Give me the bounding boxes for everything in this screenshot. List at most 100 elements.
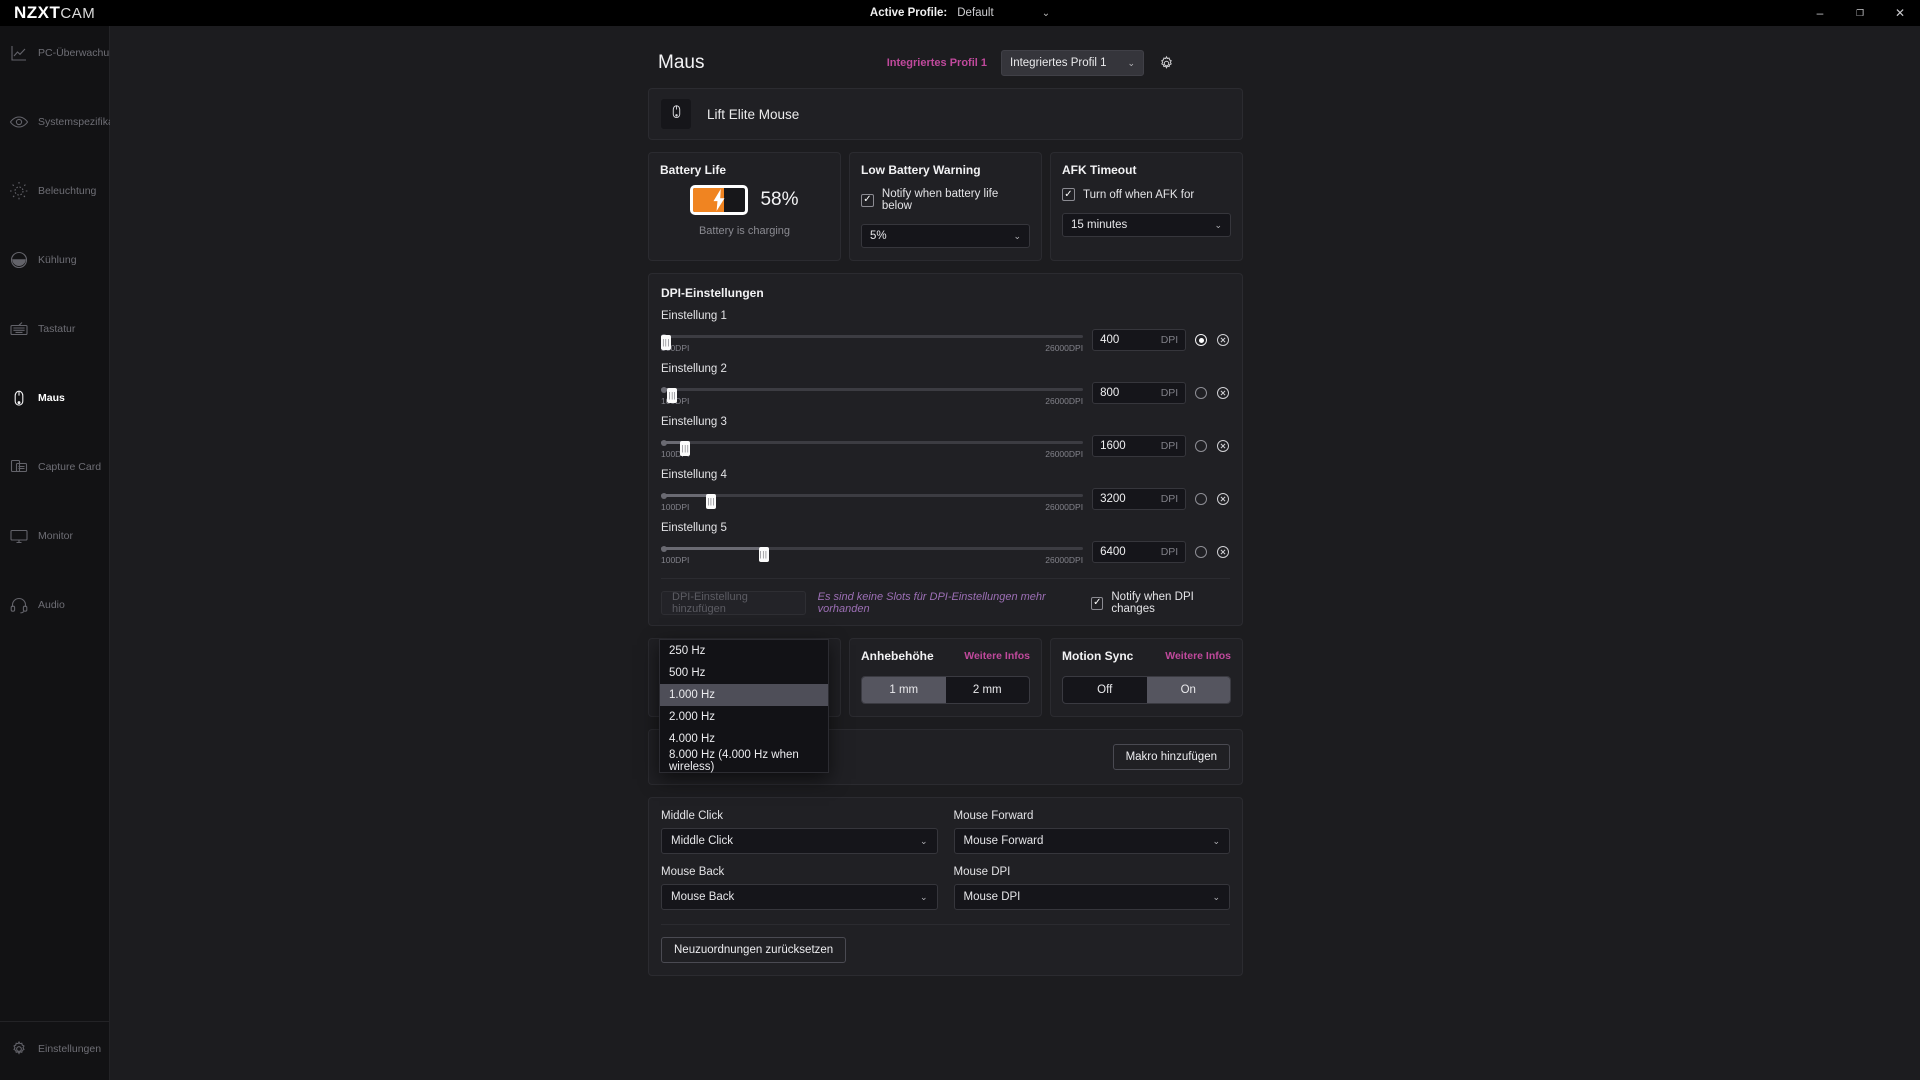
motion-sync-option-off[interactable]: Off bbox=[1063, 677, 1147, 703]
dpi-slider[interactable]: |||100DPI26000DPI bbox=[661, 541, 1084, 565]
button-mapping-label: Mouse DPI bbox=[953, 866, 1011, 878]
polling-rate-option[interactable]: 250 Hz bbox=[660, 640, 828, 662]
sidebar-item-keyboard[interactable]: Tastatur bbox=[0, 312, 109, 346]
polling-rate-option[interactable]: 1.000 Hz bbox=[660, 684, 828, 706]
circle-x-icon[interactable] bbox=[1216, 545, 1230, 559]
low-battery-checkbox-row[interactable]: ✓ Notify when battery life below bbox=[861, 188, 1030, 212]
notify-dpi-checkbox-row[interactable]: ✓ Notify when DPI changes bbox=[1091, 591, 1230, 615]
dpi-slider-start-dot bbox=[661, 492, 667, 499]
dpi-slider[interactable]: |||100DPI26000DPI bbox=[661, 382, 1084, 406]
profile-select[interactable]: Integriertes Profil 1 ⌄ bbox=[1001, 50, 1144, 76]
dpi-slider-handle[interactable]: ||| bbox=[667, 388, 678, 403]
dpi-slider[interactable]: |||100DPI26000DPI bbox=[661, 329, 1084, 353]
sidebar-item-cooling[interactable]: Kühlung bbox=[0, 243, 109, 277]
dpi-slider-track[interactable]: ||| bbox=[661, 333, 1084, 350]
checkbox-checked-icon[interactable]: ✓ bbox=[1091, 596, 1104, 610]
low-battery-title: Low Battery Warning bbox=[861, 163, 981, 177]
dpi-value: 800 bbox=[1100, 387, 1120, 399]
circle-x-icon[interactable] bbox=[1216, 492, 1230, 506]
chevron-down-icon[interactable]: ⌄ bbox=[1042, 8, 1050, 19]
circle-x-icon[interactable] bbox=[1216, 333, 1230, 347]
circle-x-icon[interactable] bbox=[1216, 386, 1230, 400]
motion-sync-info-link[interactable]: Weitere Infos bbox=[1165, 650, 1231, 662]
polling-rate-option[interactable]: 500 Hz bbox=[660, 662, 828, 684]
sidebar-item-settings[interactable]: Einstellungen bbox=[0, 1032, 110, 1066]
dpi-active-radio[interactable] bbox=[1195, 546, 1207, 558]
liftoff-option-1mm[interactable]: 1 mm bbox=[862, 677, 946, 703]
sidebar-item-label: Maus bbox=[38, 392, 65, 404]
dpi-value-input[interactable]: 3200 DPI bbox=[1092, 488, 1187, 510]
dpi-settings-card: DPI-Einstellungen Einstellung 1 ||| 100DPI… bbox=[648, 273, 1243, 626]
dpi-active-radio[interactable] bbox=[1195, 493, 1207, 505]
dpi-slider-handle[interactable]: ||| bbox=[680, 441, 691, 456]
button-mapping-label: Middle Click bbox=[661, 810, 723, 822]
dpi-row-label: Einstellung 3 bbox=[661, 416, 727, 428]
sidebar-item-monitor[interactable]: Monitor bbox=[0, 519, 109, 553]
low-battery-threshold-select[interactable]: 5% ⌄ bbox=[861, 224, 1030, 248]
dpi-slider-track[interactable]: ||| bbox=[661, 386, 1084, 403]
dpi-value-input[interactable]: 6400 DPI bbox=[1092, 541, 1187, 563]
mouse-icon bbox=[8, 387, 30, 409]
reset-remaps-button[interactable]: Neuzuordnungen zurücksetzen bbox=[661, 937, 847, 963]
sidebar-item-system-specs[interactable]: Systemspezifikationen bbox=[0, 105, 142, 139]
dpi-max-tick: 26000DPI bbox=[1045, 396, 1084, 406]
low-battery-checkbox-label: Notify when battery life below bbox=[881, 188, 999, 212]
button-mapping-select[interactable]: Mouse Forward ⌄ bbox=[953, 828, 1230, 854]
sidebar-item-mouse[interactable]: Maus bbox=[0, 381, 109, 415]
dpi-row: Einstellung 4 ||| 100DPI 26000DPI 3200 DPI bbox=[661, 469, 1230, 512]
title-bar: NZXT CAM Active Profile: Default ⌄ – ❐ ✕ bbox=[0, 0, 1920, 26]
button-mapping-select[interactable]: Mouse DPI ⌄ bbox=[953, 884, 1230, 910]
motion-sync-option-on[interactable]: On bbox=[1146, 677, 1230, 703]
close-button[interactable]: ✕ bbox=[1880, 0, 1920, 26]
dpi-active-radio[interactable] bbox=[1195, 440, 1207, 452]
sidebar-item-audio[interactable]: Audio bbox=[0, 588, 109, 622]
maximize-button[interactable]: ❐ bbox=[1840, 0, 1880, 26]
polling-rate-option[interactable]: 2.000 Hz bbox=[660, 706, 828, 728]
dpi-active-radio[interactable] bbox=[1195, 334, 1207, 346]
dpi-value-input[interactable]: 800 DPI bbox=[1092, 382, 1187, 404]
button-mapping-value: Mouse Back bbox=[671, 891, 735, 903]
dpi-slider-track[interactable]: ||| bbox=[661, 545, 1084, 562]
dpi-slider[interactable]: |||100DPI26000DPI bbox=[661, 488, 1084, 512]
dpi-slider[interactable]: |||100DPI26000DPI bbox=[661, 435, 1084, 459]
dpi-slider-track[interactable]: ||| bbox=[661, 439, 1084, 456]
dpi-slider-filled bbox=[661, 494, 712, 497]
dpi-value-input[interactable]: 1600 DPI bbox=[1092, 435, 1187, 457]
dpi-value-input[interactable]: 400 DPI bbox=[1092, 329, 1187, 351]
dpi-slider-track[interactable]: ||| bbox=[661, 492, 1084, 509]
sidebar-item-lighting[interactable]: Beleuchtung bbox=[0, 174, 109, 208]
liftoff-option-2mm[interactable]: 2 mm bbox=[946, 677, 1030, 703]
checkbox-checked-icon[interactable]: ✓ bbox=[861, 193, 874, 207]
button-mapping-select[interactable]: Mouse Back ⌄ bbox=[661, 884, 938, 910]
liftoff-height-info-link[interactable]: Weitere Infos bbox=[964, 650, 1030, 662]
active-profile-area: Active Profile: Default ⌄ bbox=[0, 7, 1920, 19]
polling-rate-option[interactable]: 4.000 Hz bbox=[660, 728, 828, 750]
polling-rate-option[interactable]: 8.000 Hz (4.000 Hz when wireless) bbox=[660, 749, 828, 773]
sidebar-item-pc-monitoring[interactable]: PC-Überwachung bbox=[0, 36, 121, 70]
dpi-active-radio[interactable] bbox=[1195, 387, 1207, 399]
battery-life-card: Battery Life 58% Battery is charging bbox=[648, 152, 841, 261]
afk-checkbox-row[interactable]: ✓ Turn off when AFK for bbox=[1062, 188, 1231, 201]
dpi-row: Einstellung 5 ||| 100DPI 26000DPI 6400 DPI bbox=[661, 522, 1230, 565]
button-mapping-select[interactable]: Middle Click ⌄ bbox=[661, 828, 938, 854]
sidebar-item-capture-card[interactable]: Capture Card bbox=[0, 450, 109, 484]
dpi-slider-handle[interactable]: ||| bbox=[661, 335, 672, 350]
afk-timeout-select[interactable]: 15 minutes ⌄ bbox=[1062, 213, 1231, 237]
dpi-slider-handle[interactable]: ||| bbox=[758, 547, 769, 562]
add-dpi-setting-button[interactable]: DPI-Einstellung hinzufügen bbox=[661, 591, 806, 615]
active-profile-value[interactable]: Default bbox=[957, 7, 993, 19]
circle-x-icon[interactable] bbox=[1216, 439, 1230, 453]
chevron-down-icon: ⌄ bbox=[919, 835, 928, 846]
add-macro-button[interactable]: Makro hinzufügen bbox=[1112, 744, 1230, 770]
dpi-min-tick: 100DPI bbox=[661, 555, 690, 565]
dpi-slider-handle[interactable]: ||| bbox=[706, 494, 717, 509]
profile-settings-gear-icon[interactable] bbox=[1158, 55, 1175, 72]
minimize-button[interactable]: – bbox=[1800, 0, 1840, 26]
device-card: Lift Elite Mouse bbox=[648, 88, 1243, 140]
battery-indicator: 58% bbox=[690, 185, 799, 215]
headset-icon bbox=[8, 594, 30, 616]
dpi-slider-filled bbox=[661, 547, 764, 550]
checkbox-checked-icon[interactable]: ✓ bbox=[1062, 188, 1075, 201]
battery-life-title: Battery Life bbox=[660, 163, 727, 177]
polling-rate-dropdown-list[interactable]: 250 Hz 500 Hz 1.000 Hz 2.000 Hz 4.000 Hz 8.00… bbox=[659, 639, 829, 773]
